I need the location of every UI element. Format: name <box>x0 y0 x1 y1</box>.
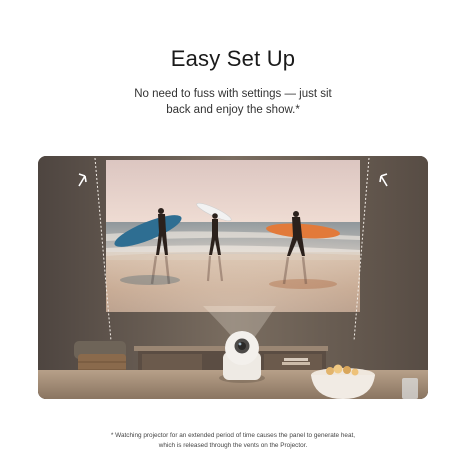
footnote-line-2: which is released through the vents on t… <box>158 442 308 449</box>
footnote-line-1: * Watching projector for an extended per… <box>110 432 356 439</box>
product-photo <box>38 156 428 399</box>
product-photo-illustration <box>38 156 428 399</box>
glass <box>402 378 418 399</box>
footnote: * Watching projector for an extended per… <box>0 431 466 451</box>
page-subtitle: No need to fuss with settings — just sit… <box>0 86 466 118</box>
page-title: Easy Set Up <box>170 46 296 71</box>
projected-image <box>106 160 360 312</box>
subtitle-line-2: back and enjoy the show.* <box>166 104 300 116</box>
subtitle-line-1: No need to fuss with settings — just sit <box>134 88 332 100</box>
